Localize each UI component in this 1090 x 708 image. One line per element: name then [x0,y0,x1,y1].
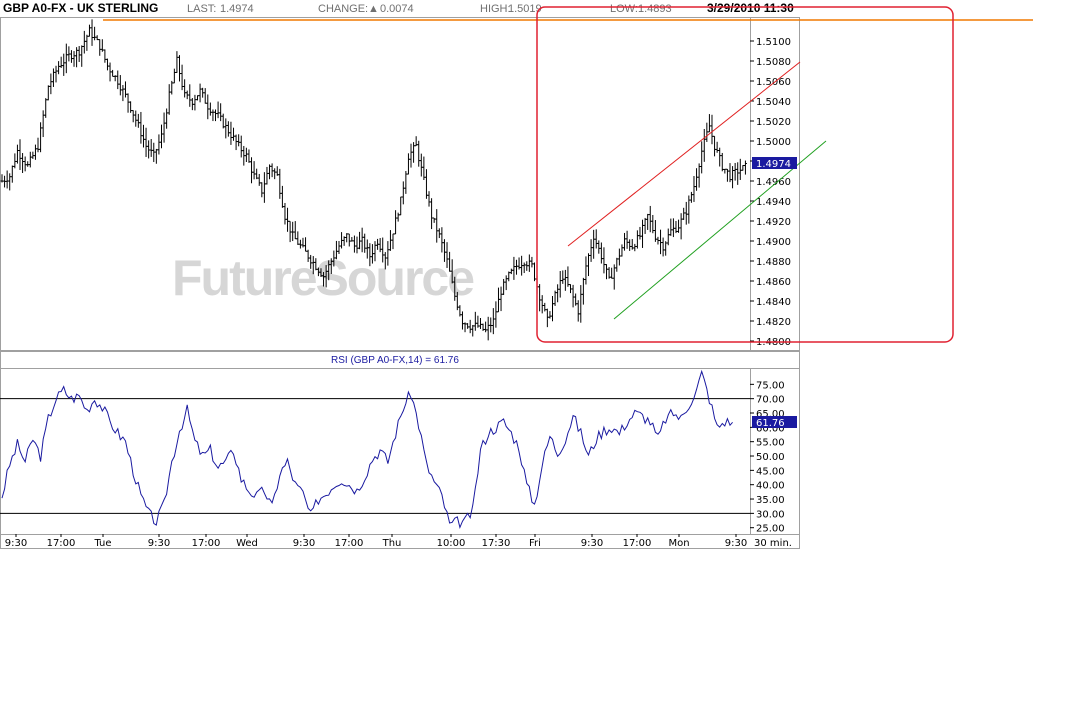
price-y-tick-label: 1.4840 [756,297,791,308]
chart-svg: GBP A0-FX - UK STERLING LAST: 1.4974 CHA… [0,1,1033,549]
x-tick-label: 17:00 [623,538,652,549]
x-tick-label: 17:00 [192,538,221,549]
rsi-y-tick-label: 70.00 [756,395,785,406]
last-value: 1.4974 [220,3,254,15]
rsi-y-tick-label: 45.00 [756,466,785,477]
x-tick-label: 17:00 [335,538,364,549]
x-tick-label: Mon [668,538,689,549]
rsi-y-tick-label: 40.00 [756,481,785,492]
price-y-tick-label: 1.5040 [756,97,791,108]
x-tick-label: 10:00 [437,538,466,549]
x-tick-label: Tue [93,538,111,549]
rsi-value-label: 61.76 [756,418,785,429]
change-arrow-icon: ▲ [368,3,379,15]
x-tick-label: 9:30 [725,538,747,549]
rsi-title: RSI (GBP A0-FX,14) = 61.76 [331,355,459,366]
low-value: 1.4893 [638,3,672,15]
change-label: CHANGE: [318,3,368,15]
datetime: 3/29/2010 11:30 [707,1,794,15]
price-y-tick-label: 1.5100 [756,37,791,48]
price-y-tick-label: 1.4940 [756,197,791,208]
rsi-y-tick-label: 75.00 [756,380,785,391]
x-tick-label: 9:30 [5,538,27,549]
rsi-y-tick-label: 50.00 [756,452,785,463]
x-tick-label: 9:30 [581,538,603,549]
last-label: LAST: [187,3,216,15]
x-tick-label: 30 min. [754,538,792,549]
rsi-y-tick-label: 30.00 [756,509,785,520]
low-label: LOW: [610,3,638,15]
price-y-axis: 1.48001.48201.48401.48601.48801.49001.49… [750,37,791,348]
rsi-line [1,369,733,529]
x-tick-label: Wed [236,538,258,549]
high-label: HIGH: [480,3,511,15]
price-y-tick-label: 1.5020 [756,117,791,128]
rsi-panel-frame [0,368,800,535]
price-y-tick-label: 1.4960 [756,177,791,188]
price-y-tick-label: 1.4900 [756,237,791,248]
change-value: 0.0074 [380,3,414,15]
rsi-y-tick-label: 55.00 [756,438,785,449]
rsi-reference-lines [0,398,750,514]
x-tick-label: 9:30 [293,538,315,549]
x-tick-label: 17:30 [482,538,511,549]
price-y-tick-label: 1.4860 [756,277,791,288]
x-tick-label: Fri [529,538,541,549]
price-y-tick-label: 1.5080 [756,57,791,68]
x-tick-label: 17:00 [47,538,76,549]
rsi-y-axis: 25.0030.0035.0040.0045.0050.0055.0060.00… [750,380,785,535]
rsi-y-tick-label: 25.00 [756,524,785,535]
rsi-y-tick-label: 35.00 [756,495,785,506]
x-tick-label: 9:30 [148,538,170,549]
current-price-label: 1.4974 [756,159,791,170]
symbol-title: GBP A0-FX - UK STERLING [3,1,158,15]
price-y-tick-label: 1.4880 [756,257,791,268]
x-tick-label: Thu [382,538,402,549]
price-y-tick-label: 1.4920 [756,217,791,228]
price-y-tick-label: 1.5000 [756,137,791,148]
price-y-tick-label: 1.4820 [756,317,791,328]
chart-header: GBP A0-FX - UK STERLING LAST: 1.4974 CHA… [3,1,794,15]
rsi-series-line [1,369,733,529]
